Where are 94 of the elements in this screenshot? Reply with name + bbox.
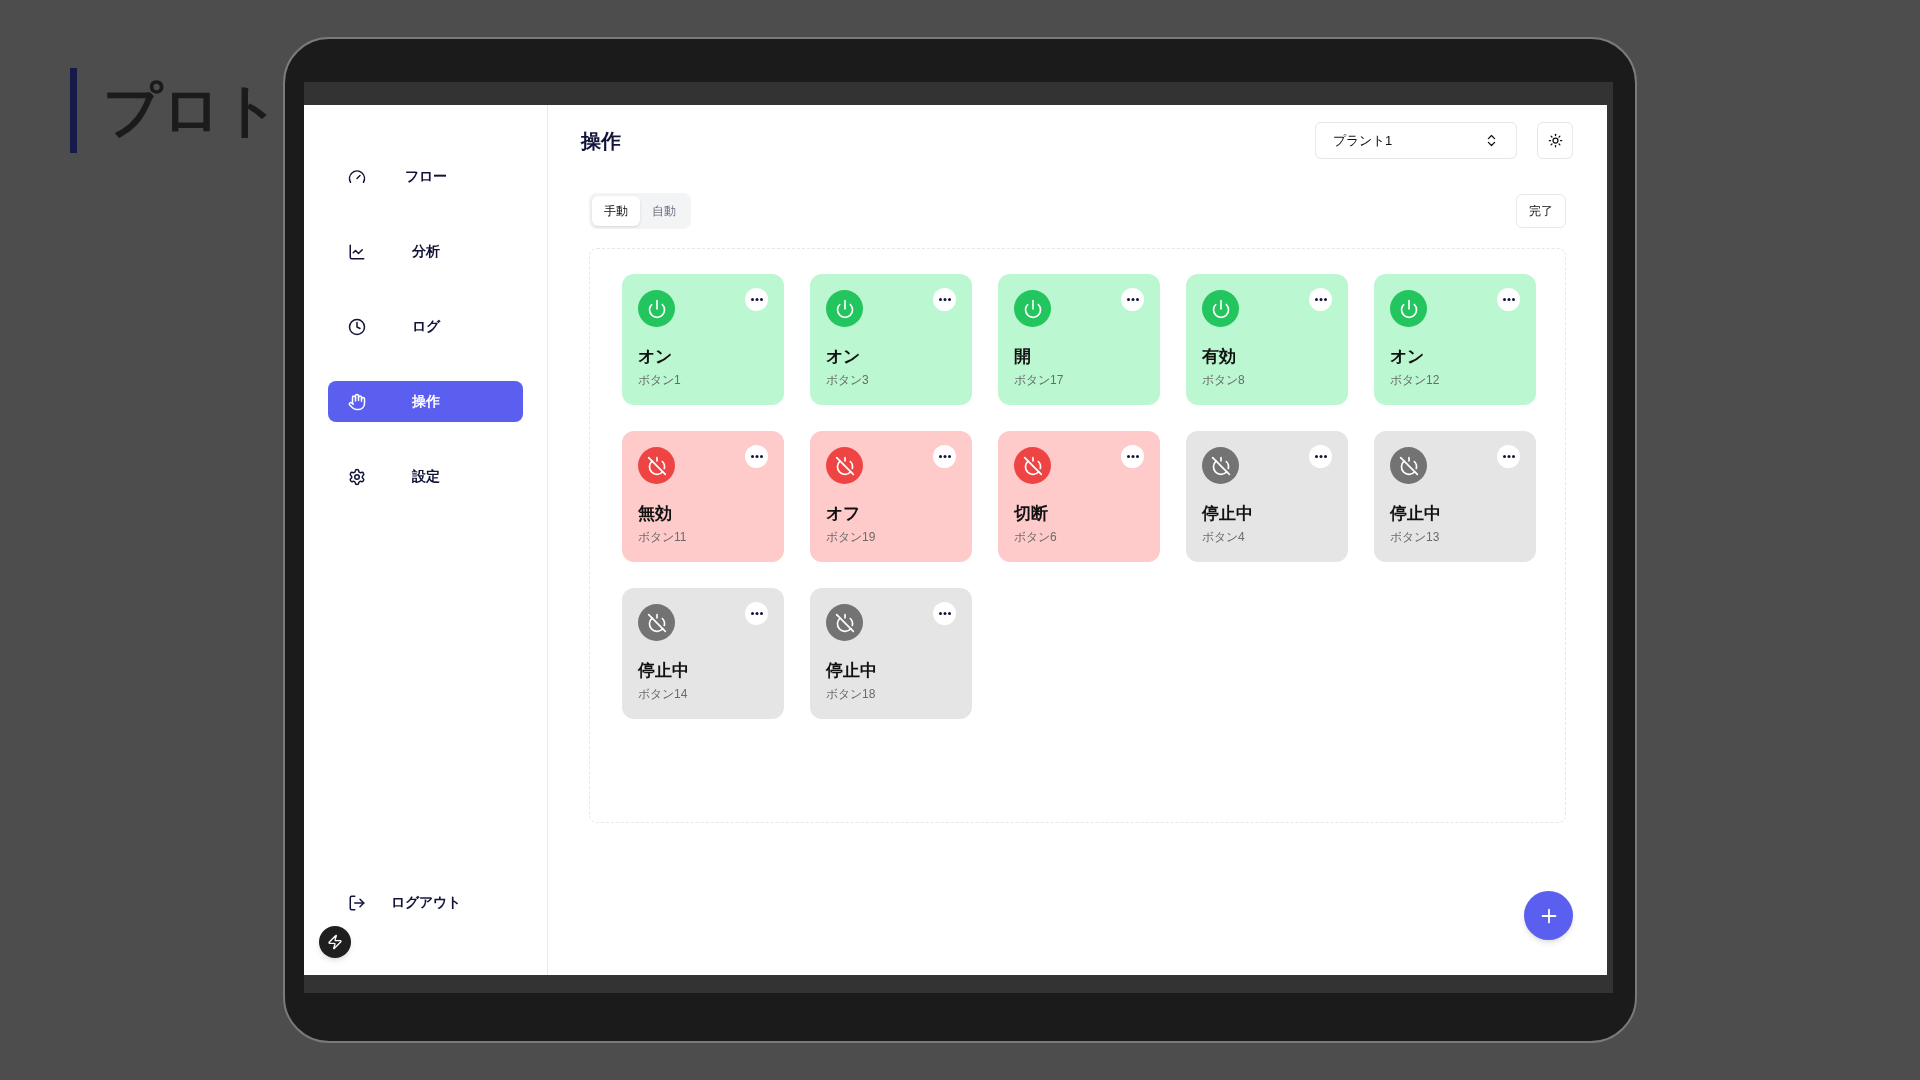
card-label: オン [638, 347, 673, 367]
sidebar-item[interactable]: 設定 [328, 456, 523, 497]
control-card[interactable]: オン ボタン3 [810, 274, 972, 405]
control-card[interactable]: 停止中 ボタン13 [1374, 431, 1536, 562]
more-button[interactable] [1309, 445, 1332, 468]
control-card[interactable]: オン ボタン12 [1374, 274, 1536, 405]
ellipsis-icon [750, 612, 763, 615]
more-button[interactable] [933, 288, 956, 311]
card-label: 停止中 [1390, 504, 1442, 524]
card-name: ボタン18 [826, 686, 877, 702]
control-card[interactable]: 停止中 ボタン14 [622, 588, 784, 719]
card-name: ボタン1 [638, 372, 682, 388]
card-name: ボタン17 [1014, 372, 1065, 388]
ellipsis-icon [1126, 455, 1139, 458]
power-off-icon [638, 604, 675, 641]
card-name: ボタン8 [1202, 372, 1246, 388]
ellipsis-icon [1502, 298, 1515, 301]
power-icon [1014, 290, 1051, 327]
card-label: 開 [1014, 347, 1032, 367]
card-name: ボタン11 [638, 529, 688, 545]
ellipsis-icon [1314, 298, 1327, 301]
control-card[interactable]: 有効 ボタン8 [1186, 274, 1348, 405]
power-off-icon [1014, 447, 1051, 484]
bolt-button[interactable] [319, 926, 351, 958]
power-off-icon [826, 447, 863, 484]
power-off-icon [1390, 447, 1427, 484]
sidebar-item[interactable]: 操作 [328, 381, 523, 422]
gauge-icon [348, 167, 366, 186]
control-card[interactable]: 停止中 ボタン18 [810, 588, 972, 719]
mode-tab[interactable]: 自動 [640, 196, 688, 226]
more-button[interactable] [745, 445, 768, 468]
more-button[interactable] [933, 445, 956, 468]
more-button[interactable] [1309, 288, 1332, 311]
power-icon [1202, 290, 1239, 327]
card-name: ボタン13 [1390, 529, 1441, 545]
more-button[interactable] [1497, 288, 1520, 311]
card-name: ボタン3 [826, 372, 870, 388]
ellipsis-icon [938, 455, 951, 458]
card-label: オン [1390, 347, 1425, 367]
card-label: 停止中 [638, 661, 690, 681]
more-button[interactable] [1121, 288, 1144, 311]
card-label: 停止中 [826, 661, 878, 681]
control-card[interactable]: オン ボタン1 [622, 274, 784, 405]
clock-icon [348, 317, 366, 336]
power-off-icon [1202, 447, 1239, 484]
ellipsis-icon [1502, 455, 1515, 458]
control-card[interactable]: 切断 ボタン6 [998, 431, 1160, 562]
ellipsis-icon [1314, 455, 1327, 458]
more-button[interactable] [745, 602, 768, 625]
control-card[interactable]: オフ ボタン19 [810, 431, 972, 562]
power-off-icon [826, 604, 863, 641]
sidebar-item[interactable]: ログ [328, 306, 523, 347]
card-name: ボタン12 [1390, 372, 1441, 388]
more-button[interactable] [1497, 445, 1520, 468]
power-icon [826, 290, 863, 327]
card-label: 切断 [1014, 504, 1049, 524]
card-name: ボタン4 [1202, 529, 1246, 545]
ellipsis-icon [750, 298, 763, 301]
sun-icon [1547, 133, 1563, 148]
card-label: 停止中 [1202, 504, 1254, 524]
card-name: ボタン6 [1014, 529, 1058, 545]
card-label: 無効 [638, 504, 673, 524]
power-icon [638, 290, 675, 327]
card-label: 有効 [1202, 347, 1237, 367]
control-card[interactable]: 無効 ボタン11 [622, 431, 784, 562]
line-chart-icon [348, 242, 366, 261]
power-off-icon [638, 447, 675, 484]
logout-button[interactable]: ログアウト [328, 882, 523, 923]
ellipsis-icon [938, 612, 951, 615]
card-label: オフ [826, 504, 861, 524]
sidebar-item[interactable]: 分析 [328, 231, 523, 272]
more-button[interactable] [745, 288, 768, 311]
more-button[interactable] [933, 602, 956, 625]
control-card[interactable]: 開 ボタン17 [998, 274, 1160, 405]
settings-icon [348, 467, 366, 486]
more-button[interactable] [1121, 445, 1144, 468]
ellipsis-icon [750, 455, 763, 458]
card-name: ボタン19 [826, 529, 877, 545]
theme-toggle-button[interactable] [1537, 122, 1573, 159]
sidebar-item[interactable]: フロー [328, 156, 523, 197]
card-label: オン [826, 347, 861, 367]
ellipsis-icon [1126, 298, 1139, 301]
card-name: ボタン14 [638, 686, 689, 702]
done-button[interactable]: 完了 [1516, 194, 1566, 228]
plant-select[interactable]: プラント1 [1315, 122, 1517, 159]
control-card[interactable]: 停止中 ボタン4 [1186, 431, 1348, 562]
bolt-icon [327, 934, 343, 950]
power-icon [1390, 290, 1427, 327]
mode-tab[interactable]: 手動 [592, 196, 640, 226]
logout-icon [348, 893, 366, 912]
add-button[interactable] [1524, 891, 1573, 940]
hand-icon [348, 392, 366, 411]
page-heading: 操作 [581, 128, 621, 154]
ellipsis-icon [938, 298, 951, 301]
